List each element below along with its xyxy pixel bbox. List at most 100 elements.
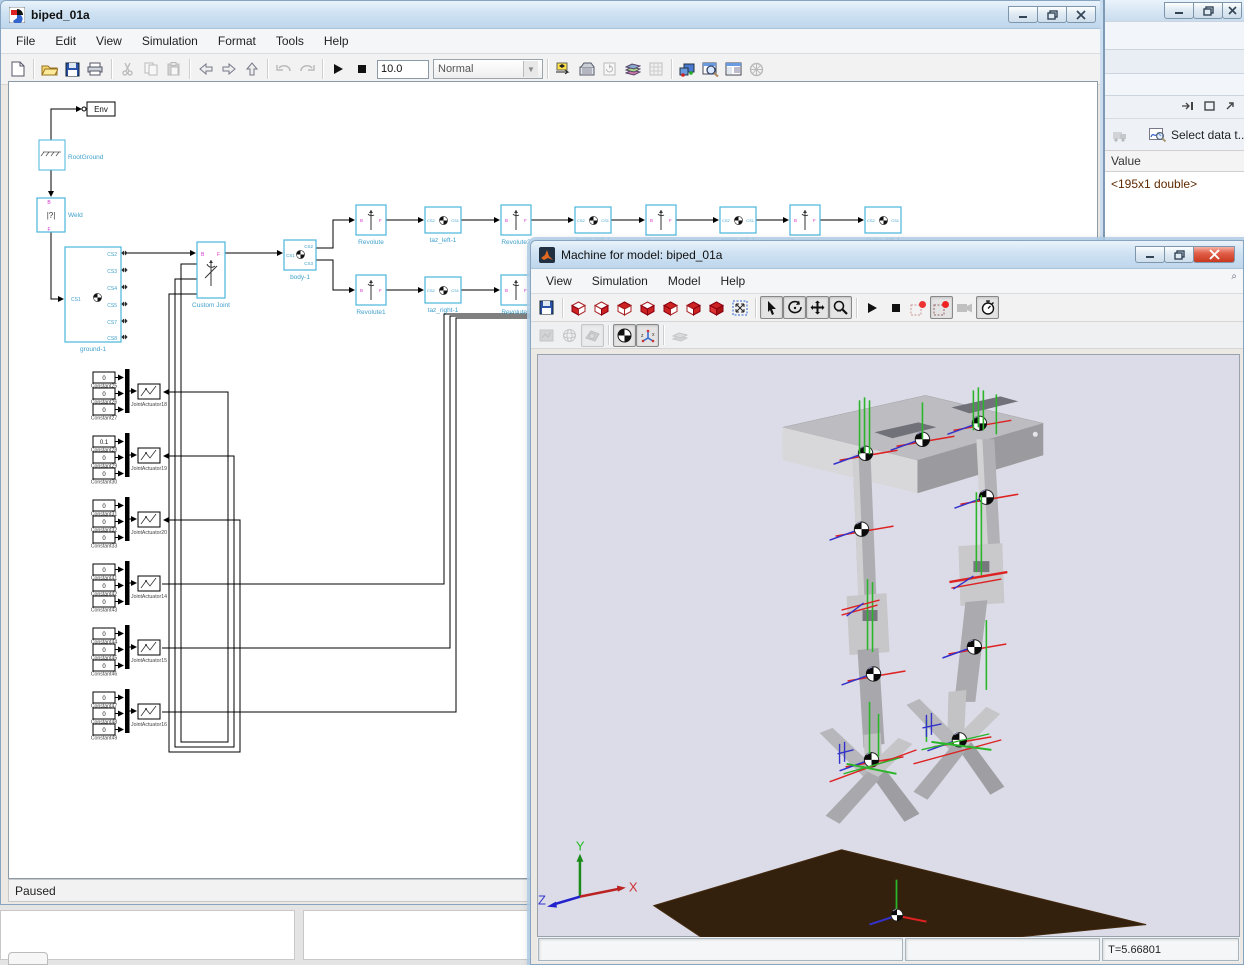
simulation-time-field[interactable]: 10.0 [377,60,429,79]
simulink-block-bedro-left-1[interactable]: CS2CS1bedro_left-1 [575,207,611,244]
simulink-block-joint-actuator[interactable]: JointActuator15 [130,640,168,664]
start-simulation-icon[interactable] [327,58,350,81]
stop-simulation-icon[interactable] [884,296,907,319]
simulink-block-weld[interactable]: |?| B F Weld [37,198,83,233]
menu-view[interactable]: View [87,31,131,51]
minimize-button[interactable] [1164,2,1194,19]
simulink-block-constant[interactable]: 0Constant42 [91,580,123,598]
simulink-block-revolute[interactable]: BFRevolute [356,205,386,246]
view-top-icon[interactable] [613,296,636,319]
zoom-tool-icon[interactable] [829,296,852,319]
cut-icon[interactable] [116,58,139,81]
find-in-model-icon[interactable] [699,58,722,81]
view-isometric-icon[interactable] [705,296,728,319]
new-model-icon[interactable] [6,58,29,81]
build-icon[interactable] [575,58,598,81]
toggle-grid-icon[interactable] [644,58,667,81]
library-browser-icon[interactable] [676,58,699,81]
wireframe-icon[interactable] [558,324,581,347]
update-diagram-icon[interactable] [552,58,575,81]
menu-simulation[interactable]: Simulation [133,31,207,51]
simulink-block-revolute1[interactable]: BFRevolute1 [356,275,386,316]
menu-model[interactable]: Model [659,271,710,291]
back-icon[interactable] [194,58,217,81]
convex-hull-icon[interactable] [581,324,604,347]
simulink-block-joint-actuator[interactable]: JointActuator16 [130,704,168,728]
mux-block[interactable] [125,433,130,477]
simulink-block-constant[interactable]: 0Constant49 [91,724,123,742]
simulink-block-constant[interactable]: 0Constant29 [91,452,123,470]
minimize-button[interactable] [1135,246,1165,263]
rotate-view-icon[interactable] [783,296,806,319]
view-back-icon[interactable] [682,296,705,319]
menu-tools[interactable]: Tools [267,31,313,51]
menu-overflow-icon[interactable]: ⌕ [1231,271,1237,291]
up-icon[interactable] [240,58,263,81]
close-button[interactable] [1066,6,1096,23]
menu-help[interactable]: Help [315,31,358,51]
mux-block[interactable] [125,625,130,669]
menu-view[interactable]: View [537,271,581,291]
menu-simulation[interactable]: Simulation [583,271,657,291]
simulink-block-ground1[interactable]: CS1 CS2 CS3 CS4 CS5 CS7 CS8 ground-1 [65,247,127,353]
simulink-block-constant[interactable]: 0.1Constant28 [91,436,123,454]
start-simulation-icon[interactable] [861,296,884,319]
simulink-block-constant[interactable]: 0Constant31 [91,500,123,518]
simulink-block-constant[interactable]: 0Constant46 [91,660,123,678]
forward-icon[interactable] [217,58,240,81]
simulink-block-joint-actuator[interactable]: JointActuator19 [130,448,168,472]
simulink-block-stopa-left-1[interactable]: CS2CS1stopa_left-1 [865,207,901,244]
model-browser-icon[interactable] [722,58,745,81]
simulink-block-constant[interactable]: 0Constant44 [91,628,123,646]
surfaces-icon[interactable] [668,324,691,347]
simulink-block-constant[interactable]: 0Constant27 [91,404,123,422]
simulink-block-taz-right-1[interactable]: CS2CS1taz_right-1 [425,277,461,314]
simulink-block-golen-left-1[interactable]: CS2CS1golen_left-1 [720,207,756,244]
simulink-block-constant[interactable]: 0Constant47 [91,692,123,710]
workspace-value-cell[interactable]: <195x1 double> [1111,177,1197,191]
simulink-block-constant[interactable]: 0Constant41 [91,564,123,582]
view-front-icon[interactable] [659,296,682,319]
fit-to-view-icon[interactable] [728,296,751,319]
center-of-mass-icon[interactable] [613,324,636,347]
restore-button[interactable] [1193,2,1223,19]
stopwatch-icon[interactable] [976,296,999,319]
machine-titlebar[interactable]: Machine for model: biped_01a [531,241,1243,269]
pan-view-icon[interactable] [806,296,829,319]
restore-button[interactable] [1164,246,1194,263]
value-column-header[interactable]: Value [1105,150,1244,172]
menu-edit[interactable]: Edit [46,31,85,51]
simulation-mode-select[interactable]: Normal ▼ [433,59,543,79]
simulink-block-custom-joint[interactable]: B F Custom Joint [192,242,230,309]
target-connect-icon[interactable] [745,58,768,81]
select-data-button[interactable]: Select data t... [1149,128,1244,142]
coordinate-frames-icon[interactable]: zx [636,324,659,347]
simulink-block-revolute5[interactable]: BFRevolute5 [501,275,531,316]
record-on-icon[interactable] [930,296,953,319]
simulink-block-constant[interactable]: 0Constant30 [91,468,123,486]
redo-icon[interactable] [295,58,318,81]
menu-help[interactable]: Help [712,271,755,291]
video-camera-icon[interactable] [953,296,976,319]
menu-file[interactable]: File [7,31,44,51]
simulink-block-revolute2[interactable]: BFRevolute2 [501,205,531,246]
menu-format[interactable]: Format [209,31,265,51]
simulink-block-constant[interactable]: 0Constant25 [91,372,123,390]
save-icon[interactable] [535,296,558,319]
close-button[interactable] [1193,246,1235,263]
undo-icon[interactable] [272,58,295,81]
simulink-block-constant[interactable]: 0Constant33 [91,532,123,550]
simulink-block-constant[interactable]: 0Constant43 [91,596,123,614]
simulink-block-constant[interactable]: 0Constant26 [91,388,123,406]
mux-block[interactable] [125,689,130,733]
simulink-block-body1[interactable]: CS1 CS2 CS3 body-1 [284,240,316,281]
minimize-button[interactable] [1008,6,1038,23]
view-bottom-icon[interactable] [636,296,659,319]
diagnostics-icon[interactable] [535,324,558,347]
close-button[interactable] [1222,2,1242,19]
library-icon[interactable] [621,58,644,81]
copy-icon[interactable] [139,58,162,81]
dock-pin-icon[interactable] [1181,100,1194,114]
view-right-icon[interactable] [590,296,613,319]
maximize-panel-icon[interactable] [1204,100,1215,114]
